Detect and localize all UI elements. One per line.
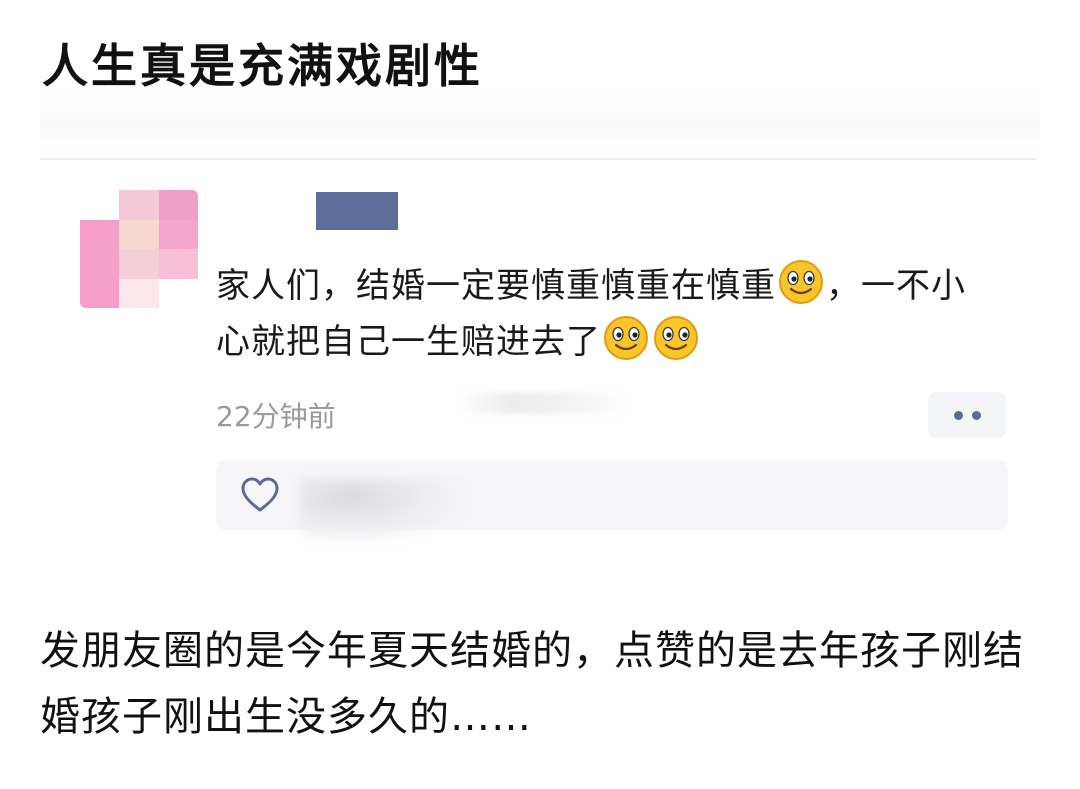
post-title: 人生真是充满戏剧性 xyxy=(42,39,483,93)
comment-text-1: 家人们，结婚一定要慎重慎重在慎重 xyxy=(216,266,776,306)
moment-comment: 家人们，结婚一定要慎重慎重在慎重 ，一不小心就把自己一生赔进去了 xyxy=(216,258,996,370)
blurred-like-names xyxy=(300,478,470,544)
heart-icon[interactable] xyxy=(240,476,280,514)
divider xyxy=(40,158,1036,160)
avatar[interactable] xyxy=(80,190,198,308)
post-time: 22分钟前 xyxy=(216,400,336,433)
username-redacted xyxy=(316,192,398,230)
smile-emoji-icon xyxy=(779,260,823,304)
blurred-background-band xyxy=(40,92,1040,152)
blurred-redaction xyxy=(455,392,630,414)
dot xyxy=(971,410,981,420)
more-dots-icon[interactable] xyxy=(928,392,1006,438)
dot xyxy=(953,410,963,420)
smile-emoji-icon xyxy=(604,316,648,360)
smile-emoji-icon xyxy=(654,316,698,360)
post-caption: 发朋友圈的是今年夏天结婚的，点赞的是去年孩子刚结婚孩子刚出生没多久的…… xyxy=(40,628,1024,740)
